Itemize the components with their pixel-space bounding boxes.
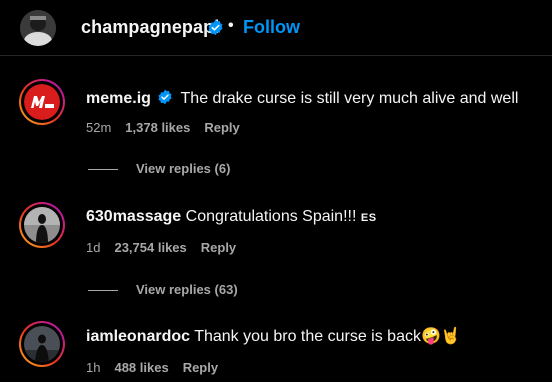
header-separator: • bbox=[228, 17, 234, 34]
comment-username[interactable]: 630massage bbox=[86, 208, 181, 225]
verified-badge-icon bbox=[158, 89, 172, 105]
spain-flag-icon: ES bbox=[360, 212, 377, 224]
profile-photo-icon bbox=[24, 207, 60, 243]
emoji-icon: 🤪🤘 bbox=[420, 328, 461, 345]
comment-time: 1h bbox=[86, 360, 101, 375]
comment-username[interactable]: iamleonardoc bbox=[86, 328, 190, 345]
follow-button[interactable]: Follow bbox=[243, 17, 300, 38]
reply-button[interactable]: Reply bbox=[204, 120, 239, 135]
comment-meta: 1d 23,754 likes Reply bbox=[86, 240, 250, 255]
profile-photo-icon bbox=[24, 326, 60, 362]
post-author-username[interactable]: champagnepapi bbox=[81, 17, 219, 38]
comment-text: Congratulations Spain!!! bbox=[185, 208, 357, 225]
view-replies-button[interactable]: View replies (6) bbox=[88, 161, 230, 176]
avatar[interactable] bbox=[19, 79, 65, 125]
comment-text: The drake curse is still very much alive… bbox=[180, 90, 519, 107]
reply-button[interactable]: Reply bbox=[183, 360, 218, 375]
comment-time: 52m bbox=[86, 120, 112, 135]
comment-username[interactable]: meme.ig bbox=[86, 90, 151, 107]
comment-meta: 52m 1,378 likes Reply bbox=[86, 120, 254, 135]
comment-time: 1d bbox=[86, 240, 101, 255]
view-replies-button[interactable]: View replies (63) bbox=[88, 282, 238, 297]
replies-divider bbox=[88, 169, 118, 171]
replies-divider bbox=[88, 290, 118, 292]
avatar[interactable] bbox=[19, 321, 65, 367]
comment-likes[interactable]: 488 likes bbox=[114, 360, 168, 375]
comment-likes[interactable]: 1,378 likes bbox=[125, 120, 190, 135]
view-replies-label: View replies (6) bbox=[136, 161, 231, 176]
avatar[interactable] bbox=[20, 10, 56, 46]
post-header: champagnepapi • Follow bbox=[0, 0, 552, 56]
meme-ig-logo-icon bbox=[24, 84, 60, 120]
view-replies-label: View replies (63) bbox=[136, 282, 238, 297]
comment-meta: 1h 488 likes Reply bbox=[86, 360, 232, 375]
reply-button[interactable]: Reply bbox=[201, 240, 236, 255]
comment-text: Thank you bro the curse is back bbox=[194, 328, 421, 345]
verified-badge-icon bbox=[208, 19, 223, 36]
comment-likes[interactable]: 23,754 likes bbox=[114, 240, 186, 255]
avatar[interactable] bbox=[19, 202, 65, 248]
